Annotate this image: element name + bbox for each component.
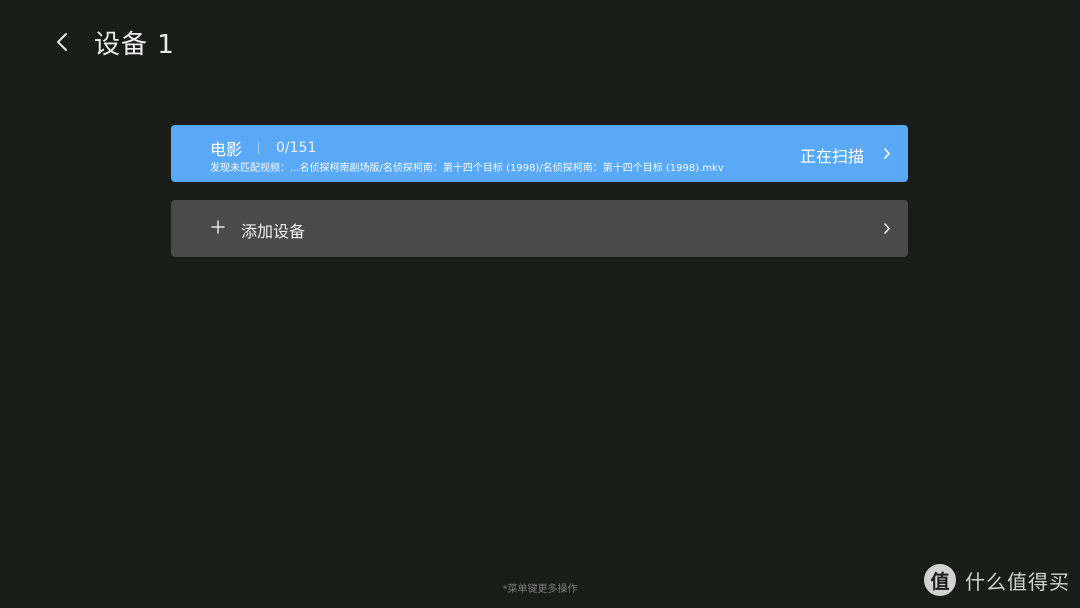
chevron-right-icon (884, 223, 890, 234)
scan-status: 正在扫描 (799, 147, 864, 166)
add-device-button[interactable]: 添加设备 (171, 200, 908, 257)
media-library-header: 电影 0/151 (210, 136, 316, 160)
back-button[interactable] (56, 24, 78, 60)
plus-icon (211, 220, 225, 234)
media-library-detail: 发现未匹配视频：...名侦探柯南剧场版/名侦探柯南：第十四个目标 (1998)/… (210, 163, 724, 174)
watermark-text: 什么值得买 (965, 569, 1070, 594)
media-library-name: 电影 (210, 140, 243, 159)
divider (258, 142, 260, 154)
page-title: 设备 1 (94, 29, 175, 60)
media-library-count: 0/151 (276, 140, 317, 156)
media-library-card[interactable]: 电影 0/151 发现未匹配视频：...名侦探柯南剧场版/名侦探柯南：第十四个目… (171, 125, 908, 182)
watermark: 值 什么值得买 (924, 564, 1070, 596)
chevron-right-icon (884, 148, 890, 159)
menu-hint: *菜单键更多操作 (502, 584, 578, 595)
add-device-label: 添加设备 (241, 222, 306, 241)
chevron-left-icon (57, 33, 67, 51)
page-header: 设备 1 (56, 24, 175, 60)
watermark-logo: 值 (924, 564, 956, 596)
